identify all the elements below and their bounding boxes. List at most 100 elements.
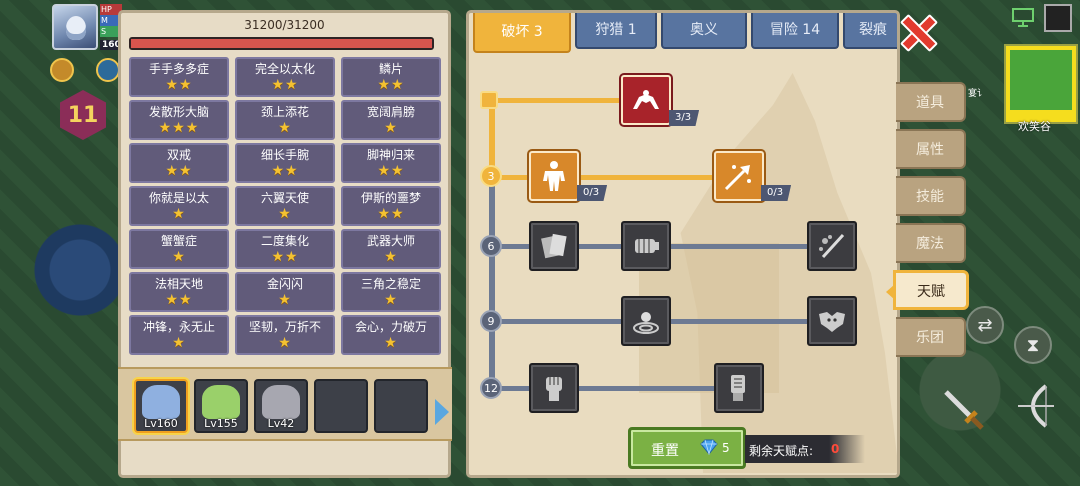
row-badge-12: 12: [480, 377, 502, 399]
side-menu-item[interactable]: 乐团: [896, 317, 966, 357]
perk-card[interactable]: 三角之稳定 ★: [341, 272, 441, 312]
perk-name: 三角之稳定: [360, 277, 421, 291]
perk-card[interactable]: 发散形大脑 ★★★: [129, 100, 229, 140]
hero-level: Lv155: [204, 417, 238, 430]
arm-wrestle-icon: [633, 90, 659, 109]
hero-portrait: [142, 385, 180, 419]
perk-card[interactable]: 法相天地 ★★: [129, 272, 229, 312]
perk-card[interactable]: 坚韧，万折不 ★: [235, 315, 335, 355]
perk-stars: ★: [172, 249, 186, 265]
perk-stars: ★: [172, 206, 186, 222]
perk-card[interactable]: 武器大师 ★: [341, 229, 441, 269]
node-count: 3/3: [669, 110, 700, 126]
hero-level: Lv160: [144, 417, 178, 430]
hourglass-icon[interactable]: ⧗: [1014, 326, 1052, 364]
gauntlet-icon: [731, 375, 745, 401]
tree-branch-gold: [491, 98, 621, 103]
player-avatar[interactable]: [52, 4, 98, 50]
perk-stars: ★★: [377, 206, 405, 222]
hero-portrait: [262, 385, 300, 419]
hero-slot[interactable]: Lv160: [134, 379, 188, 433]
empty-hero-slot[interactable]: [374, 379, 428, 433]
hero-slot[interactable]: Lv155: [194, 379, 248, 433]
talent-muscle-body[interactable]: [529, 151, 579, 201]
perk-card[interactable]: 二度集化 ★★: [235, 229, 335, 269]
perk-card[interactable]: 六翼天使 ★: [235, 186, 335, 226]
perk-card[interactable]: 蟹蟹症 ★: [129, 229, 229, 269]
talent-tab[interactable]: 狩猎 1: [575, 13, 657, 49]
swap-icon[interactable]: ⇄: [966, 306, 1004, 344]
hero-slot[interactable]: Lv42: [254, 379, 308, 433]
minimap[interactable]: [1004, 44, 1078, 124]
talent-gauntlet[interactable]: [714, 363, 764, 413]
perk-stars: ★★: [271, 163, 299, 179]
remaining-points-label: 剩余天赋点:: [749, 444, 814, 458]
talent-bat-wings[interactable]: [807, 296, 857, 346]
empty-hero-slot[interactable]: [314, 379, 368, 433]
hero-panel: 31200/31200 手手多多症 ★★ 完全以太化 ★★ 鳞片 ★★ 发散形大脑 ★★★ 颈上…: [118, 10, 452, 478]
perk-card[interactable]: 金闪闪 ★: [235, 272, 335, 312]
perk-name: 冲锋，永无止: [142, 320, 215, 334]
perk-card[interactable]: 你就是以太 ★: [129, 186, 229, 226]
reset-cost: 5: [722, 441, 730, 455]
map-marker-label: 宴讠: [968, 89, 987, 99]
remaining-points-value: 0: [831, 442, 840, 456]
perk-name: 武器大师: [366, 234, 415, 248]
talent-fist-punch[interactable]: [621, 221, 671, 271]
perk-stars: ★: [172, 335, 186, 351]
perk-name: 细长手腕: [260, 148, 309, 162]
side-menu-item[interactable]: 天赋: [893, 270, 969, 310]
talent-arrow-hit[interactable]: [714, 151, 764, 201]
expand-icon[interactable]: [1044, 4, 1072, 32]
side-menu-item[interactable]: 技能: [896, 176, 966, 216]
buff-icon[interactable]: [50, 58, 74, 82]
level-hex-badge[interactable]: 11: [60, 90, 106, 140]
bow-icon[interactable]: [1014, 382, 1058, 430]
network-icon[interactable]: [1012, 6, 1034, 28]
talent-arm-wrestle[interactable]: [621, 75, 671, 125]
reset-label: 重置: [651, 443, 679, 459]
perk-card[interactable]: 宽阔肩膀 ★: [341, 100, 441, 140]
talent-tab[interactable]: 破坏 3: [473, 13, 571, 53]
sword-icon[interactable]: [938, 384, 986, 432]
perk-name: 完全以太化: [254, 62, 315, 76]
perk-card[interactable]: 会心，力破万 ★: [341, 315, 441, 355]
hero-portrait: [202, 385, 240, 419]
perk-card[interactable]: 手手多多症 ★★: [129, 57, 229, 97]
talent-tab[interactable]: 奥义: [661, 13, 747, 49]
side-menu-item[interactable]: 道具: [896, 82, 966, 122]
reset-talents-button[interactable]: 重置 5: [628, 427, 746, 469]
perk-card[interactable]: 双戒 ★★: [129, 143, 229, 183]
next-arrow-icon[interactable]: [435, 399, 449, 425]
perk-card[interactable]: 颈上添花 ★: [235, 100, 335, 140]
talent-panel: 破坏 3 狩猎 1 奥义 冒险 14 裂痕 3 6 9 12 3/3 0/3 0/3: [466, 10, 900, 478]
buff-icon-2[interactable]: [96, 58, 120, 82]
perk-name: 会心，力破万: [354, 320, 427, 334]
talent-sword-splash[interactable]: [807, 221, 857, 271]
perk-name: 金闪闪: [266, 277, 303, 291]
tree-branch-gold: [491, 175, 721, 180]
side-menu-item[interactable]: 属性: [896, 129, 966, 169]
talent-cards[interactable]: [529, 221, 579, 271]
talent-raised-fist[interactable]: [529, 363, 579, 413]
perk-stars: ★: [384, 292, 398, 308]
cards-icon: [541, 233, 567, 259]
tree-root-node: [480, 91, 498, 109]
talent-tab[interactable]: 裂痕: [843, 13, 897, 49]
side-menu-item[interactable]: 魔法: [896, 223, 966, 263]
perk-card[interactable]: 脚神归来 ★★: [341, 143, 441, 183]
perk-name: 你就是以太: [148, 191, 209, 205]
talent-tabs: 破坏 3 狩猎 1 奥义 冒险 14 裂痕: [469, 13, 897, 59]
perk-card[interactable]: 伊斯的噩梦 ★★: [341, 186, 441, 226]
perk-card[interactable]: 鳞片 ★★: [341, 57, 441, 97]
hero-level: Lv42: [267, 417, 295, 430]
talent-ripple-orb[interactable]: [621, 296, 671, 346]
perk-card[interactable]: 细长手腕 ★★: [235, 143, 335, 183]
arrow-hit-icon: [724, 165, 751, 191]
perk-card[interactable]: 冲锋，永无止 ★: [129, 315, 229, 355]
perk-card[interactable]: 完全以太化 ★★: [235, 57, 335, 97]
hp-bar-fill: [131, 39, 432, 48]
talent-tab[interactable]: 冒险 14: [751, 13, 839, 49]
bat-wings-icon: [819, 312, 845, 332]
close-icon[interactable]: [900, 14, 934, 48]
